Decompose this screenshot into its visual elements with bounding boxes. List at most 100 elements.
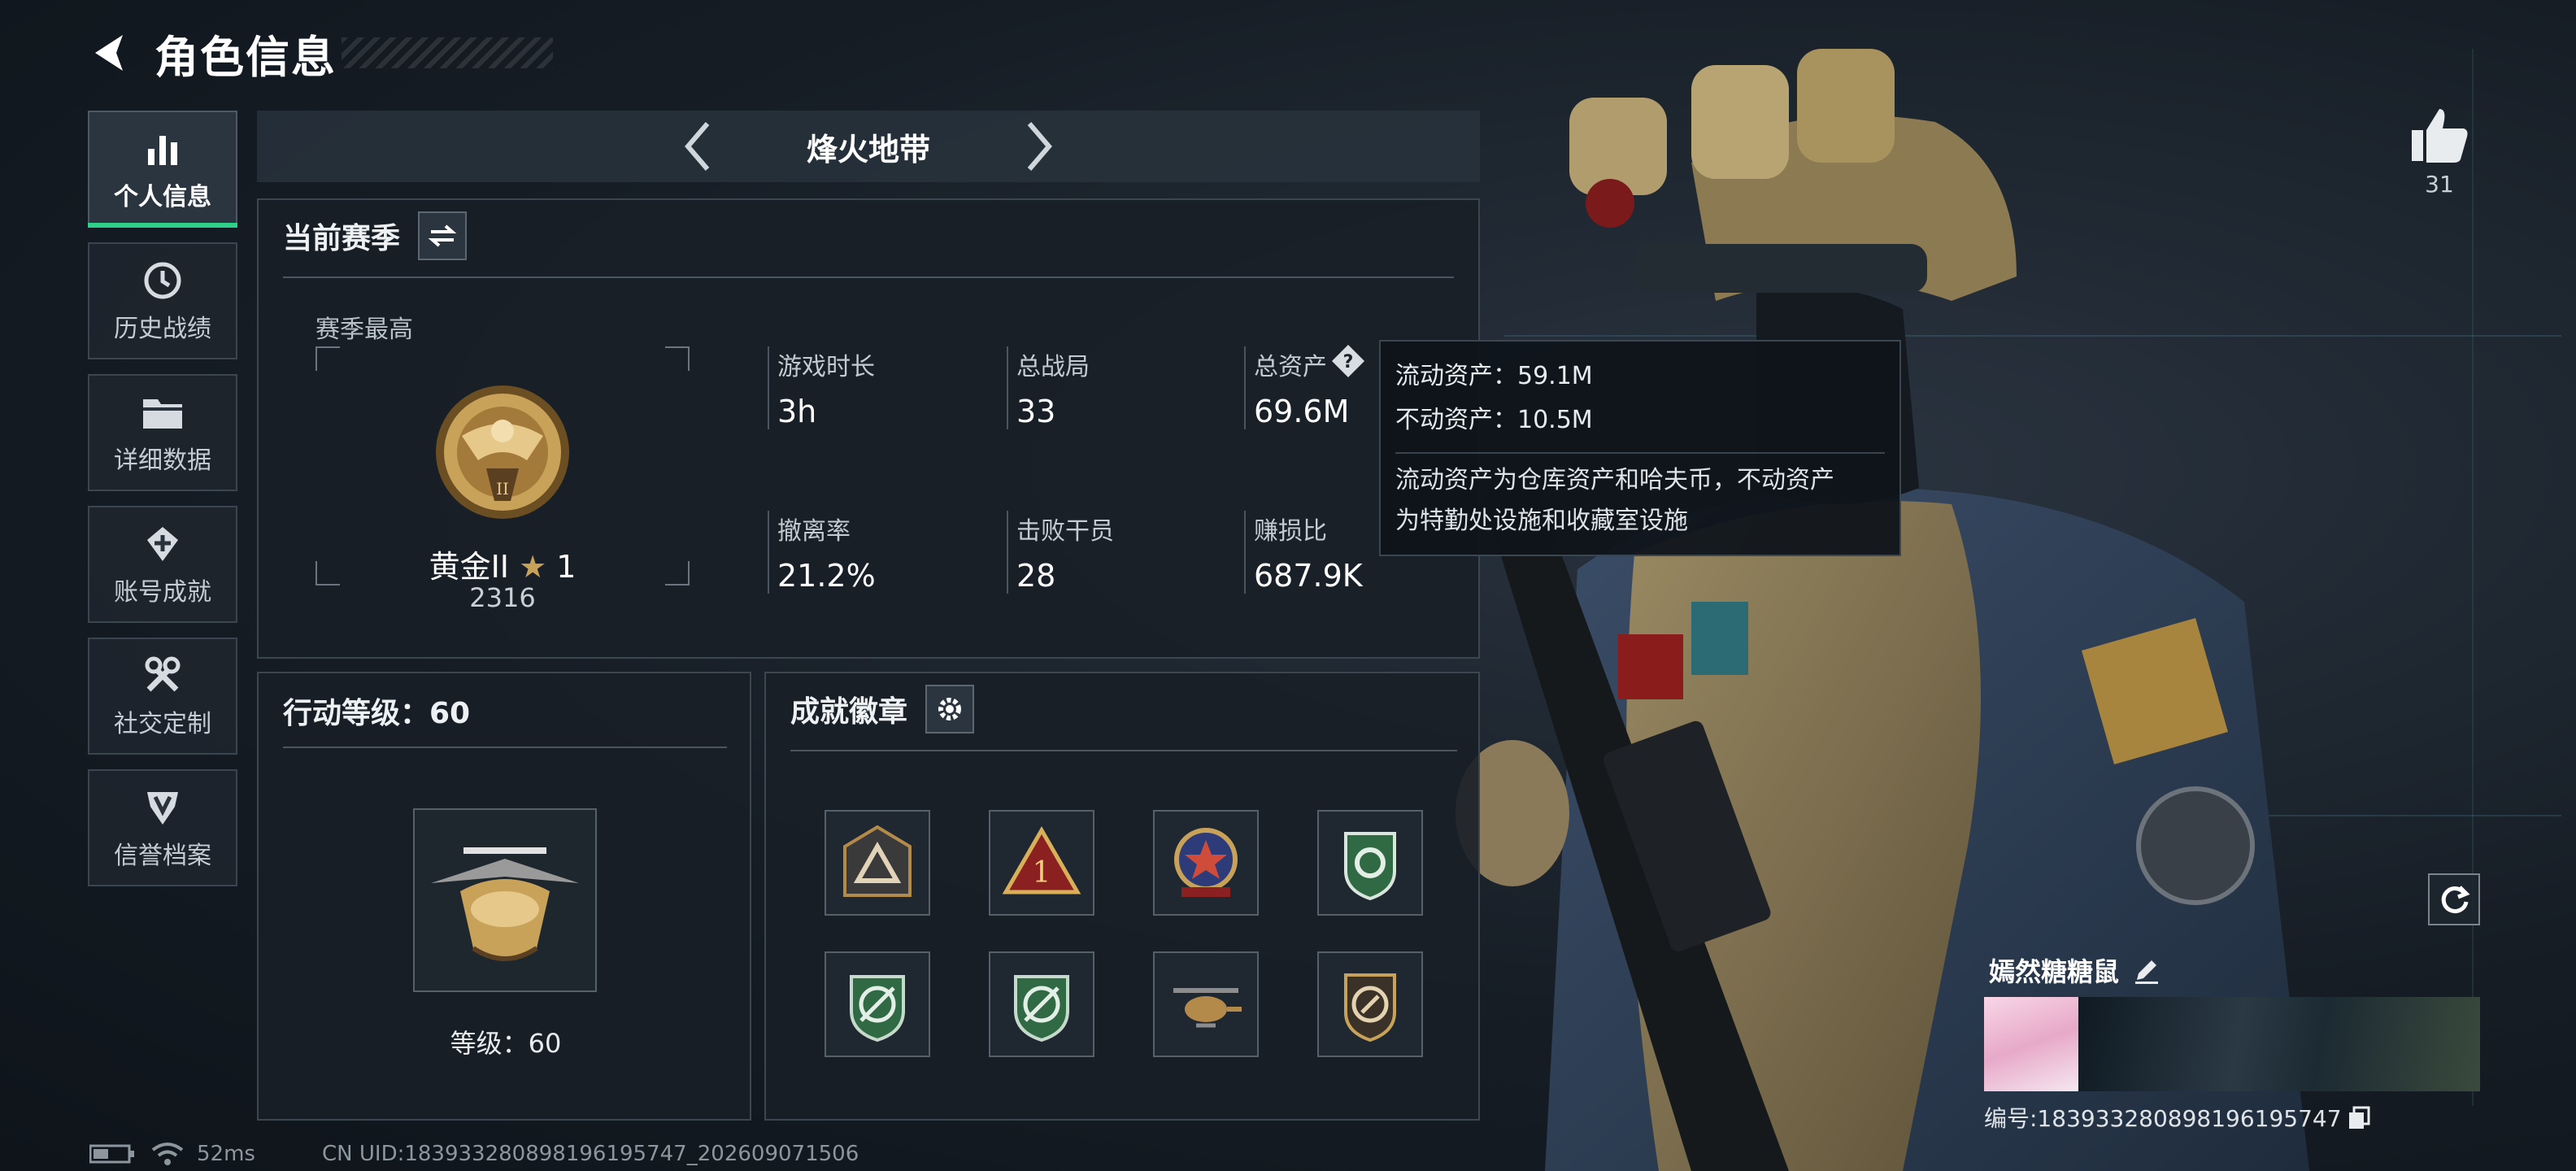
stat-extraction-rate: 撤离率 21.2% xyxy=(768,511,876,594)
sidebar-item-label: 详细数据 xyxy=(114,446,211,475)
profile-banner xyxy=(2078,997,2480,1091)
level-value: 等级：60 xyxy=(450,1028,562,1059)
sidebar-item-personal-info[interactable]: 个人信息 xyxy=(88,111,237,228)
player-id: 编号:1839332808981961957​47 xyxy=(1984,1105,2342,1132)
badge-bronze-clock[interactable] xyxy=(1317,951,1423,1057)
profile-card: 嫣然糖糖鼠 编号:1839332808981961957​47 xyxy=(1984,951,2480,1132)
stat-value: 33 xyxy=(1016,394,1056,429)
divider xyxy=(283,747,727,748)
sidebar-item-label: 历史战绩 xyxy=(114,315,211,343)
switch-season-button[interactable] xyxy=(418,211,468,260)
stat-value: 69.6M xyxy=(1254,394,1350,429)
title-bar: 角色信息 xyxy=(81,16,337,89)
sidebar-item-detailed-data[interactable]: 详细数据 xyxy=(88,374,237,491)
helicopter-badge-icon xyxy=(1173,988,1242,1028)
tooltip-fixed-assets: 不动资产：10.5M xyxy=(1395,406,1593,434)
status-bar: 52ms xyxy=(89,1142,255,1166)
stat-label: 游戏时长 xyxy=(777,353,875,381)
tooltip-desc-line: 流动资产为仓库资产和哈夫币，不动资产 xyxy=(1395,466,1834,494)
stat-label: 总战局 xyxy=(1016,353,1090,381)
gear-icon xyxy=(938,698,962,720)
mode-selector: 烽火地带 xyxy=(257,111,1480,182)
page-title: 角色信息 xyxy=(154,31,337,83)
sidebar-item-social-custom[interactable]: 社交定制 xyxy=(88,638,237,755)
stat-value: 21.2% xyxy=(777,558,876,594)
mode-name: 烽火地带 xyxy=(806,131,930,168)
season-best-label: 赛季最高 xyxy=(315,316,413,344)
rank-points: 2316 xyxy=(469,582,536,613)
operation-level-panel: 行动等级：60 等级：60 xyxy=(257,672,751,1121)
nickname-row: 嫣然糖糖鼠 xyxy=(1989,951,2161,989)
green-shield-badge-icon xyxy=(1344,832,1396,901)
svg-text:II: II xyxy=(496,479,509,498)
helicopter-emblem-icon xyxy=(431,847,579,961)
stat-value: 687.9K xyxy=(1254,558,1363,594)
folder-icon xyxy=(137,390,189,435)
sidebar-item-credit-record[interactable]: 信誉档案 xyxy=(88,769,237,886)
back-button[interactable] xyxy=(81,24,138,81)
rank-name-row: 黄金II ★ 1 xyxy=(315,542,690,586)
level-title: 行动等级：60 xyxy=(283,697,471,730)
svg-text:1: 1 xyxy=(1033,856,1051,890)
copy-icon[interactable] xyxy=(2347,1105,2371,1130)
chevron-left-icon xyxy=(685,122,710,171)
sidebar-item-account-achievements[interactable]: 账号成就 xyxy=(88,506,237,623)
player-id-row: 编号:1839332808981961957​47 xyxy=(1984,1101,2371,1134)
badge-green-shield[interactable] xyxy=(1317,810,1423,916)
stat-label: 撤离率 xyxy=(777,517,851,546)
sidebar-item-label: 信誉档案 xyxy=(114,842,211,870)
edit-pencil-icon[interactable] xyxy=(2132,956,2161,985)
green-crosshair-badge-icon xyxy=(850,975,905,1043)
badge-green-crosshair-2[interactable] xyxy=(989,951,1094,1057)
season-header: 当前赛季 xyxy=(283,211,468,260)
clock-history-icon xyxy=(137,258,189,303)
tooltip-liquid-assets: 流动资产：59.1M xyxy=(1395,362,1593,390)
back-arrow-icon xyxy=(95,35,123,71)
stat-value: 3h xyxy=(777,394,817,429)
battery-icon xyxy=(89,1144,134,1164)
title-decoration xyxy=(342,37,553,68)
assets-tooltip: 流动资产：59.1M 不动资产：10.5M 流动资产为仓库资产和哈夫币，不动资产… xyxy=(1379,340,1901,556)
help-icon[interactable]: ? xyxy=(1330,343,1366,379)
like-count: 31 xyxy=(2425,171,2454,198)
uid-text: CN UID:1839332808981961957​47_2026090715… xyxy=(322,1142,859,1166)
ping-value: 52ms xyxy=(197,1142,255,1166)
triangle-badge-icon xyxy=(843,825,912,897)
sidebar: 个人信息 历史战绩 详细数据 账号成就 社交定制 信誉档案 xyxy=(88,111,237,901)
stat-label: 击败干员 xyxy=(1016,517,1114,546)
achievement-badges-panel: 成就徽章 1 xyxy=(764,672,1480,1121)
thumbs-up-icon[interactable] xyxy=(2407,102,2472,168)
sidebar-item-label: 账号成就 xyxy=(114,578,211,607)
stat-kills: 击败干员 28 xyxy=(1007,511,1114,594)
star-seal-badge-icon xyxy=(1174,828,1238,897)
badge-triangle-dark[interactable] xyxy=(825,810,930,916)
badge-green-crosshair[interactable] xyxy=(825,951,930,1057)
rank-stars: 1 xyxy=(556,549,577,585)
stat-value: 28 xyxy=(1016,558,1056,594)
badge-triangle-one[interactable]: 1 xyxy=(989,810,1094,916)
wifi-icon xyxy=(151,1143,184,1165)
achievements-title: 成就徽章 xyxy=(790,695,908,729)
achievement-medal-icon xyxy=(137,521,189,567)
sidebar-item-history[interactable]: 历史战绩 xyxy=(88,242,237,359)
badge-helicopter[interactable] xyxy=(1153,951,1259,1057)
rank-one-badge-icon: 1 xyxy=(1002,826,1081,895)
shield-emblem-icon xyxy=(137,785,189,830)
mode-next-button[interactable] xyxy=(1007,114,1072,179)
nickname: 嫣然糖糖鼠 xyxy=(1989,956,2120,987)
level-emblem xyxy=(413,808,597,992)
tooltip-description: 流动资产为仓库资产和哈夫币，不动资产 为特勤处设施和收藏室设施 xyxy=(1395,452,1885,542)
green-crosshair-badge-icon xyxy=(1014,975,1069,1043)
refresh-button[interactable] xyxy=(2428,873,2480,925)
background-grid-line xyxy=(2472,49,2474,1106)
star-icon: ★ xyxy=(519,549,547,585)
badge-star-seal[interactable] xyxy=(1153,810,1259,916)
avatar[interactable] xyxy=(1984,997,2078,1091)
mode-prev-button[interactable] xyxy=(665,114,730,179)
tooltip-desc-line: 为特勤处设施和收藏室设施 xyxy=(1395,507,1688,535)
badge-settings-button[interactable] xyxy=(925,685,975,734)
divider xyxy=(790,750,1457,751)
bar-chart-icon xyxy=(137,126,189,172)
gold-rank-medal-icon: II xyxy=(436,385,569,519)
stat-label: 赚损比 xyxy=(1254,517,1327,546)
